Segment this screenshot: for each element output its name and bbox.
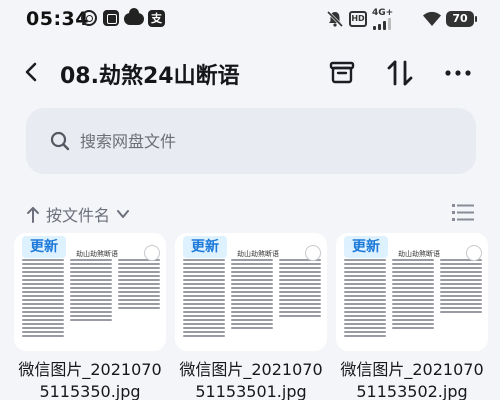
- text-column: [279, 259, 321, 343]
- select-checkbox[interactable]: [305, 245, 321, 261]
- gallery-notification-icon: [103, 10, 119, 26]
- thumbnail-doc-title: 劫山劫煞断语: [76, 250, 118, 258]
- network-type: 4G+: [372, 8, 394, 18]
- updated-badge: 更新: [183, 236, 227, 258]
- status-time: 05:34: [26, 8, 89, 30]
- search-bar[interactable]: [26, 108, 476, 174]
- mute-bell-icon: [326, 10, 344, 28]
- updated-badge: 更新: [344, 236, 388, 258]
- sort-selector[interactable]: 按文件名: [26, 201, 130, 227]
- list-view-icon[interactable]: [452, 202, 474, 222]
- text-column: [183, 259, 225, 343]
- text-column: [22, 259, 64, 343]
- signal-icon: [373, 18, 393, 30]
- text-column: [231, 259, 273, 343]
- chevron-down-icon: [117, 210, 130, 218]
- updated-badge: 更新: [22, 236, 66, 258]
- sort-label: 按文件名: [46, 206, 111, 225]
- text-column: [344, 259, 386, 343]
- search-input[interactable]: [80, 128, 440, 154]
- thumbnail-doc-title: 劫山劫煞断语: [237, 250, 279, 258]
- app-notification-icon: [81, 10, 97, 26]
- file-name: 微信图片_20210705115350.jpg: [18, 360, 162, 400]
- text-column: [70, 259, 112, 343]
- cloud-notification-icon: [124, 8, 144, 25]
- select-checkbox[interactable]: [144, 245, 160, 261]
- hd-badge: HD: [349, 11, 367, 27]
- file-name: 微信图片_20210705115350​2.jpg: [340, 360, 484, 400]
- file-thumbnail: 劫山劫煞断语 更新: [14, 233, 166, 351]
- sort-toggle-icon[interactable]: [385, 58, 415, 88]
- text-column: [118, 259, 160, 343]
- archive-box-icon[interactable]: [327, 58, 357, 88]
- battery-indicator: 70: [446, 11, 477, 27]
- file-item[interactable]: 劫山劫煞断语 更新 微信图片_20210705115350.jpg: [14, 233, 166, 400]
- back-arrow-icon[interactable]: [22, 62, 42, 82]
- page-title: 08.劫煞24山断语: [60, 64, 240, 89]
- file-item[interactable]: 劫山劫煞断语 更新 微信图片_20210705115350​1.jpg: [175, 233, 327, 400]
- thumbnail-doc-title: 劫山劫煞断语: [398, 250, 440, 258]
- text-column: [392, 259, 434, 343]
- status-bar: 05:34 支 HD 4G+ 70: [0, 0, 500, 40]
- select-checkbox[interactable]: [466, 245, 482, 261]
- file-thumbnail: 劫山劫煞断语 更新: [175, 233, 327, 351]
- more-options-icon[interactable]: [443, 58, 473, 88]
- alipay-notification-icon: 支: [148, 10, 165, 27]
- file-item[interactable]: 劫山劫煞断语 更新 微信图片_20210705115350​2.jpg: [336, 233, 488, 400]
- arrow-up-icon: [27, 207, 39, 223]
- text-column: [440, 259, 482, 343]
- file-name: 微信图片_20210705115350​1.jpg: [179, 360, 323, 400]
- search-icon: [50, 131, 70, 151]
- wifi-icon: [423, 11, 441, 26]
- file-thumbnail: 劫山劫煞断语 更新: [336, 233, 488, 351]
